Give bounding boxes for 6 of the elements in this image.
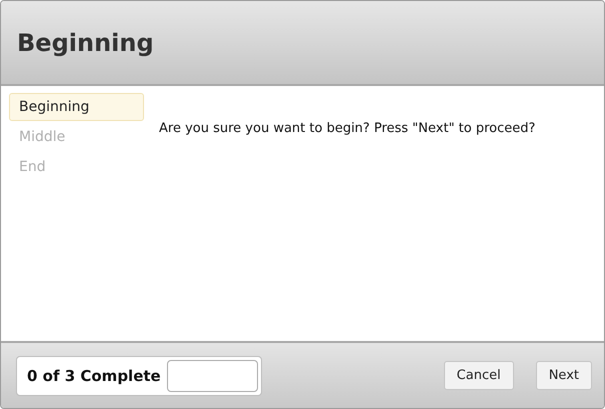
status-text: 0 of 3 Complete: [27, 366, 161, 384]
wizard-button[interactable]: Cancel: [444, 361, 514, 390]
step-message: Are you sure you want to begin? Press "Next" to proceed?: [159, 121, 536, 136]
wizard-button[interactable]: Next: [536, 361, 592, 390]
step-item[interactable]: Beginning: [9, 93, 144, 121]
page-title: Beginning: [17, 28, 154, 56]
